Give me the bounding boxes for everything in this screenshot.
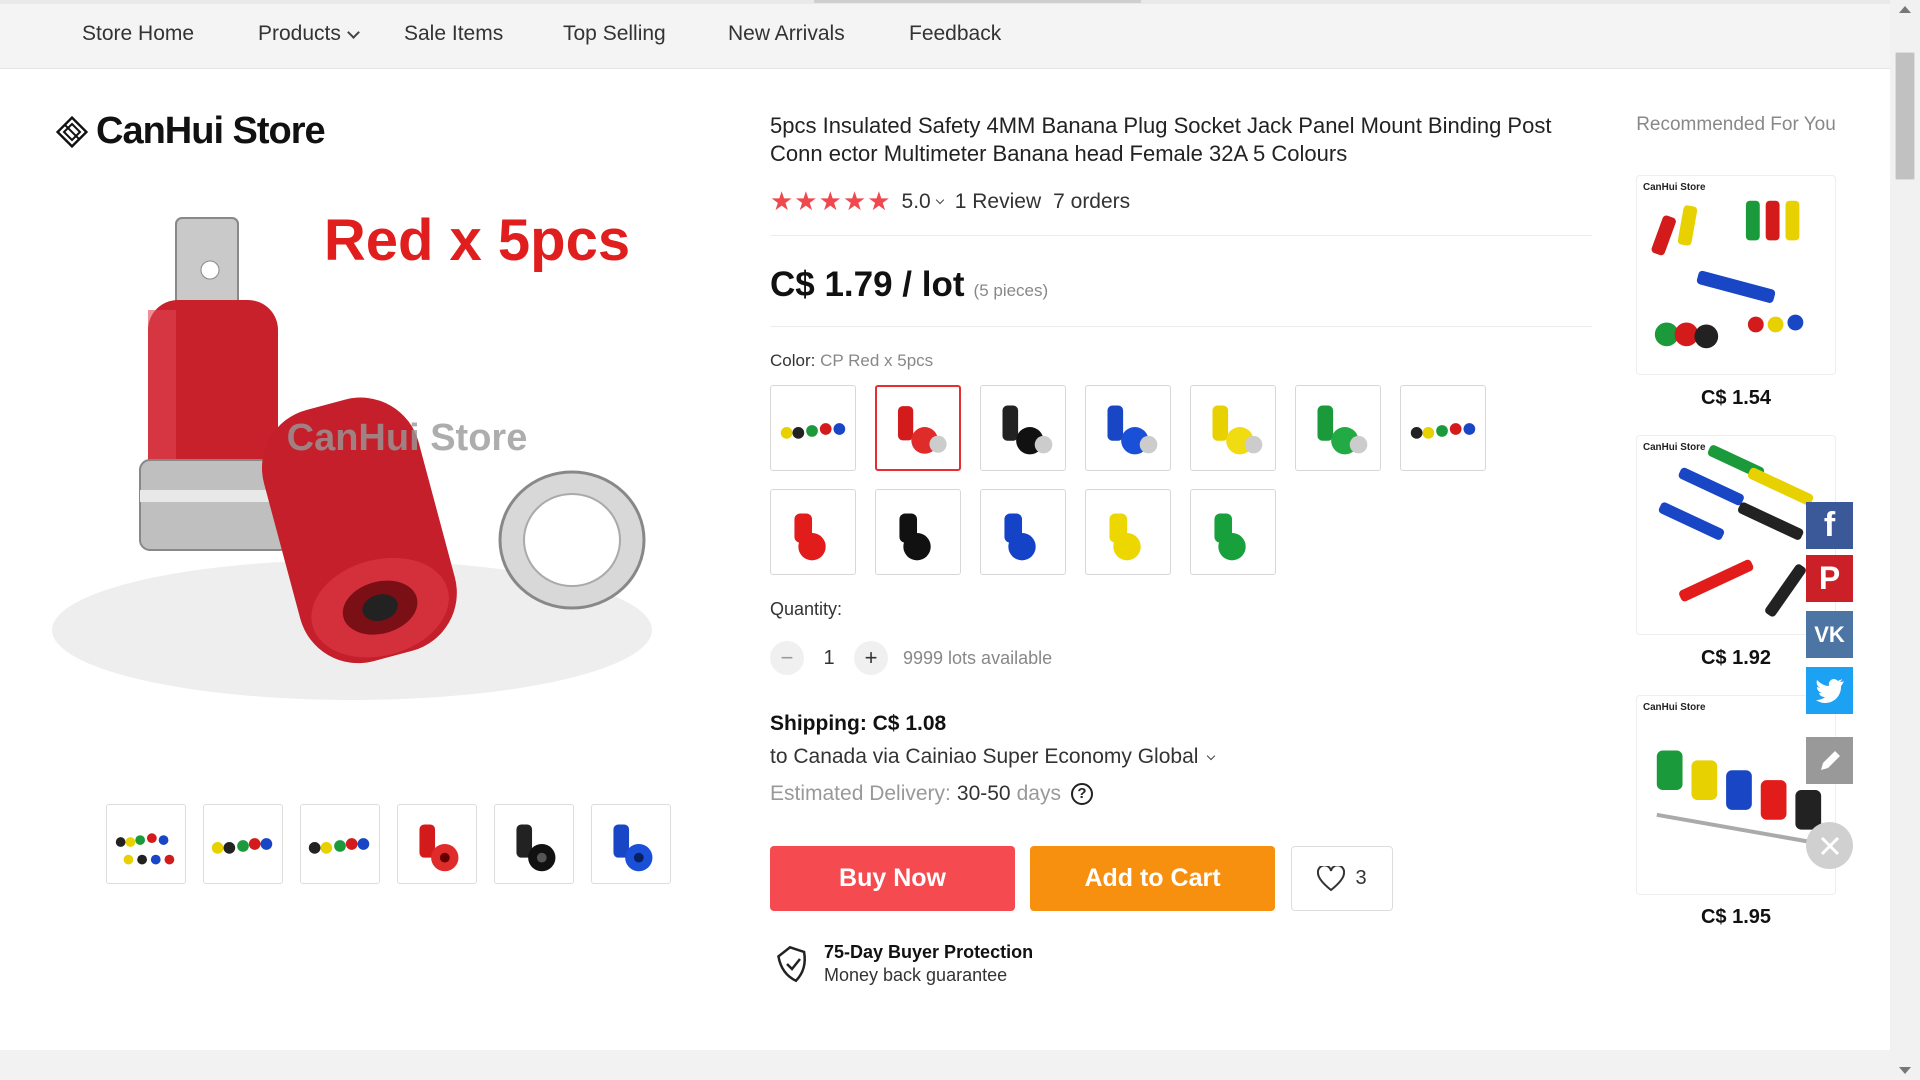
image-thumbnails bbox=[106, 804, 671, 884]
thumbnail-4[interactable] bbox=[397, 804, 477, 884]
color-swatches bbox=[770, 385, 1530, 575]
star-rating-icon: ★★★★★ bbox=[770, 186, 892, 216]
rec-item-logo-text: CanHui Store bbox=[1643, 182, 1706, 193]
facebook-share-button[interactable]: f bbox=[1806, 502, 1853, 549]
chevron-down-icon[interactable] bbox=[935, 195, 944, 204]
swatch-red-plug[interactable] bbox=[770, 489, 856, 575]
shipping-method[interactable]: to Canada via Cainiao Super Economy Glob… bbox=[770, 745, 1216, 769]
nav-sale-items[interactable]: Sale Items bbox=[404, 22, 503, 46]
quantity-stepper: − 1 + 9999 lots available bbox=[770, 641, 1052, 675]
swatch-blue[interactable] bbox=[1085, 385, 1171, 471]
rating-value[interactable]: 5.0 bbox=[902, 190, 931, 214]
rec-item-logo-text: CanHui Store bbox=[1643, 702, 1706, 713]
image-caption: Red x 5pcs bbox=[324, 208, 630, 273]
thumbnail-6[interactable] bbox=[591, 804, 671, 884]
swatch-black[interactable] bbox=[980, 385, 1066, 471]
color-label-row: Color: CP Red x 5pcs bbox=[770, 351, 933, 371]
help-icon[interactable]: ? bbox=[1070, 783, 1093, 805]
est-value: 30-50 bbox=[956, 782, 1011, 805]
divider bbox=[770, 326, 1592, 327]
image-watermark: CanHui Store bbox=[287, 417, 528, 459]
nav-products-label: Products bbox=[258, 22, 341, 45]
add-to-cart-button[interactable]: Add to Cart bbox=[1030, 846, 1275, 911]
heart-icon bbox=[1317, 865, 1346, 891]
shipping-method-label: to Canada via Cainiao Super Economy Glob… bbox=[770, 745, 1199, 768]
store-name: CanHui Store bbox=[96, 110, 326, 152]
wishlist-count: 3 bbox=[1355, 867, 1367, 889]
swatch-yellow[interactable] bbox=[1190, 385, 1276, 471]
protection-subtitle: Money back guarantee bbox=[824, 965, 1008, 985]
rec-price-3[interactable]: C$ 1.95 bbox=[1636, 906, 1836, 929]
top-progress-segment bbox=[814, 0, 1141, 3]
chevron-down-icon bbox=[347, 26, 360, 39]
rating-row: ★★★★★ 5.0 1 Review 7 orders bbox=[770, 186, 1130, 217]
rec-item-logo-text: CanHui Store bbox=[1643, 442, 1706, 453]
buy-now-button[interactable]: Buy Now bbox=[770, 846, 1015, 911]
pencil-icon bbox=[1820, 750, 1840, 770]
scroll-up-arrow[interactable] bbox=[1899, 6, 1911, 13]
thumbnail-3[interactable] bbox=[300, 804, 380, 884]
thumbnail-2[interactable] bbox=[203, 804, 283, 884]
swatch-red[interactable] bbox=[875, 385, 961, 471]
quantity-label: Quantity: bbox=[770, 599, 843, 619]
shipping-cost: Shipping: C$ 1.08 bbox=[770, 712, 947, 735]
swatch-yellow-plug[interactable] bbox=[1085, 489, 1171, 575]
nav-top-selling[interactable]: Top Selling bbox=[563, 22, 666, 46]
recommended-heading: Recommended For You bbox=[1636, 112, 1836, 138]
thumbnail-5[interactable] bbox=[494, 804, 574, 884]
twitter-share-button[interactable] bbox=[1806, 667, 1853, 714]
quantity-minus-button[interactable]: − bbox=[770, 641, 804, 675]
product-title: 5pcs Insulated Safety 4MM Banana Plug So… bbox=[770, 113, 1552, 166]
est-unit: days bbox=[1016, 782, 1061, 805]
price-pieces: (5 pieces) bbox=[973, 281, 1049, 300]
price-amount: C$ 1.79 / lot bbox=[770, 265, 965, 304]
swatch-mixed-1[interactable] bbox=[770, 385, 856, 471]
close-icon bbox=[1820, 836, 1839, 855]
nav-feedback[interactable]: Feedback bbox=[909, 22, 1001, 46]
chevron-down-icon bbox=[1207, 751, 1216, 761]
price-row: C$ 1.79 / lot (5 pieces) bbox=[770, 265, 1048, 305]
diamond-logo-icon bbox=[56, 115, 88, 148]
nav-store-home[interactable]: Store Home bbox=[82, 22, 194, 46]
swatch-mixed-2[interactable] bbox=[1400, 385, 1486, 471]
shield-check-icon bbox=[777, 945, 806, 983]
wishlist-button[interactable]: 3 bbox=[1291, 846, 1393, 911]
store-logo[interactable]: CanHui Store bbox=[56, 110, 326, 153]
recommended-item-3[interactable]: CanHui Store bbox=[1636, 695, 1836, 895]
twitter-bird-icon bbox=[1815, 678, 1844, 703]
vk-share-button[interactable]: VK bbox=[1806, 611, 1853, 658]
buyer-protection: 75-Day Buyer Protection Money back guara… bbox=[776, 942, 1033, 986]
scroll-down-arrow[interactable] bbox=[1899, 1067, 1911, 1074]
edit-share-button[interactable] bbox=[1806, 737, 1853, 784]
recommended-item-1[interactable]: CanHui Store bbox=[1636, 175, 1836, 375]
scroll-thumb[interactable] bbox=[1895, 52, 1915, 180]
orders-count: 7 orders bbox=[1053, 189, 1131, 213]
est-label: Estimated Delivery: bbox=[770, 782, 951, 805]
protection-title: 75-Day Buyer Protection bbox=[824, 942, 1034, 962]
available-stock: 9999 lots available bbox=[903, 647, 1053, 668]
footer-band bbox=[0, 1050, 1890, 1080]
swatch-green[interactable] bbox=[1295, 385, 1381, 471]
reviews-link[interactable]: 1 Review bbox=[955, 190, 1041, 214]
estimated-delivery: Estimated Delivery: 30-50 days ? bbox=[770, 782, 1093, 806]
swatch-black-plug[interactable] bbox=[875, 489, 961, 575]
pinterest-share-button[interactable]: P bbox=[1806, 555, 1853, 602]
recommended-title: Recommended For You bbox=[1636, 114, 1836, 135]
main-product-image[interactable]: Red x 5pcs CanHui Store bbox=[52, 160, 692, 720]
divider bbox=[770, 235, 1592, 236]
close-share-button[interactable] bbox=[1806, 822, 1853, 869]
page-scrollbar[interactable] bbox=[1890, 0, 1920, 1080]
nav-new-arrivals[interactable]: New Arrivals bbox=[728, 22, 845, 46]
quantity-value[interactable]: 1 bbox=[804, 647, 854, 670]
store-nav: Store Home Products Sale Items Top Selli… bbox=[0, 4, 1890, 69]
swatch-blue-plug[interactable] bbox=[980, 489, 1066, 575]
rec-price-1[interactable]: C$ 1.54 bbox=[1636, 387, 1836, 410]
thumbnail-1[interactable] bbox=[106, 804, 186, 884]
color-value: CP Red x 5pcs bbox=[820, 351, 934, 370]
color-label: Color: bbox=[770, 351, 816, 370]
nav-products[interactable]: Products bbox=[258, 22, 360, 46]
swatch-green-plug[interactable] bbox=[1190, 489, 1276, 575]
quantity-plus-button[interactable]: + bbox=[854, 641, 888, 675]
